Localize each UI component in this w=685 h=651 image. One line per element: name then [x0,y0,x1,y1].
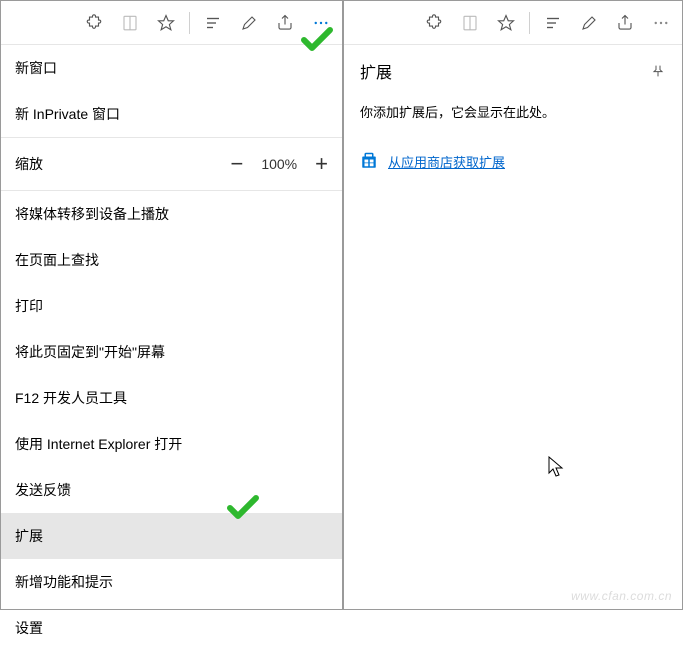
extensions-panel-body: 你添加扩展后，它会显示在此处。 [344,91,682,136]
reading-list-icon[interactable] [113,6,147,40]
label: 新 InPrivate 窗口 [15,104,120,124]
hub-icon[interactable] [196,6,230,40]
menu-find[interactable]: 在页面上查找 [1,237,342,283]
panel-title: 扩展 [360,59,392,83]
zoom-in-button[interactable]: + [315,151,328,177]
label: 在页面上查找 [15,250,99,270]
menu-print[interactable]: 打印 [1,283,342,329]
more-icon[interactable] [304,6,338,40]
menu-new-window[interactable]: 新窗口 [1,45,342,91]
watermark: www.cfan.com.cn [571,589,672,603]
menu-new-inprivate[interactable]: 新 InPrivate 窗口 [1,91,342,137]
toolbar-separator [189,12,190,34]
pin-icon[interactable] [650,63,666,79]
store-link-row: 从应用商店获取扩展 [344,136,682,187]
notes-icon[interactable] [232,6,266,40]
label: 扩展 [15,526,43,546]
overflow-menu: 新窗口 新 InPrivate 窗口 缩放 − 100% + 将媒体转移到设备上… [1,45,342,651]
label: 使用 Internet Explorer 打开 [15,434,182,454]
share-icon[interactable] [268,6,302,40]
label: 新窗口 [15,58,57,78]
browser-window-right: 扩展 你添加扩展后，它会显示在此处。 从应用商店获取扩展 www.cfan.co… [343,0,683,610]
menu-pin-start[interactable]: 将此页固定到"开始"屏幕 [1,329,342,375]
favorite-icon[interactable] [489,6,523,40]
menu-cast[interactable]: 将媒体转移到设备上播放 [1,191,342,237]
zoom-value: 100% [261,156,297,172]
zoom-label: 缩放 [15,154,43,174]
notes-icon[interactable] [572,6,606,40]
toolbar-separator [529,12,530,34]
menu-whats-new[interactable]: 新增功能和提示 [1,559,342,605]
empty-state-text: 你添加扩展后，它会显示在此处。 [360,105,555,120]
menu-feedback[interactable]: 发送反馈 [1,467,342,513]
hub-icon[interactable] [536,6,570,40]
toolbar [1,1,342,45]
label: 将媒体转移到设备上播放 [15,204,169,224]
menu-dev-tools[interactable]: F12 开发人员工具 [1,375,342,421]
toolbar [344,1,682,45]
more-icon[interactable] [644,6,678,40]
menu-open-ie[interactable]: 使用 Internet Explorer 打开 [1,421,342,467]
puzzle-icon[interactable] [417,6,451,40]
label: 设置 [15,618,43,638]
favorite-icon[interactable] [149,6,183,40]
label: 打印 [15,296,43,316]
share-icon[interactable] [608,6,642,40]
get-extensions-link[interactable]: 从应用商店获取扩展 [388,152,505,171]
label: 将此页固定到"开始"屏幕 [15,342,165,362]
label: 新增功能和提示 [15,572,113,592]
label: 发送反馈 [15,480,71,500]
store-icon [360,152,378,170]
extensions-panel-header: 扩展 [344,45,682,91]
menu-extensions[interactable]: 扩展 [1,513,342,559]
menu-zoom: 缩放 − 100% + [1,138,342,190]
puzzle-icon[interactable] [77,6,111,40]
label: F12 开发人员工具 [15,388,127,408]
reading-list-icon[interactable] [453,6,487,40]
zoom-out-button[interactable]: − [230,151,243,177]
browser-window-left: 新窗口 新 InPrivate 窗口 缩放 − 100% + 将媒体转移到设备上… [0,0,343,610]
